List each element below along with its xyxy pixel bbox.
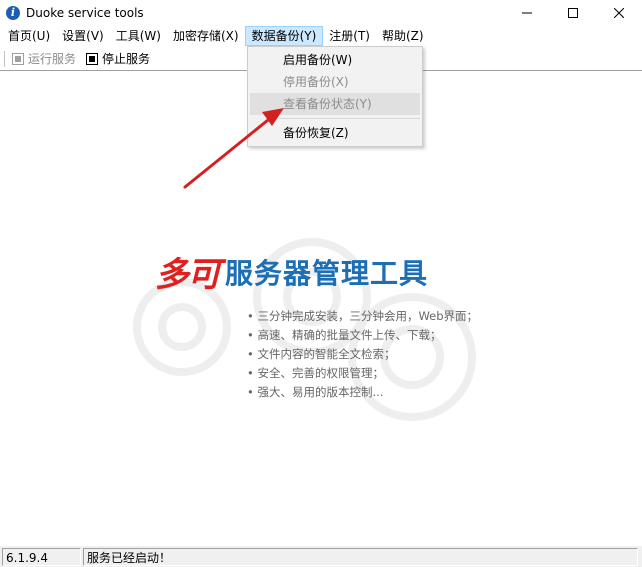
menu-bar: 首页(U) 设置(V) 工具(W) 加密存储(X) 数据备份(Y) 注册(T) … (0, 26, 642, 46)
feature-item: 强大、易用的版本控制... (247, 383, 478, 402)
toolbar-grip[interactable] (4, 50, 6, 67)
menu-tools[interactable]: 工具(W) (110, 26, 167, 46)
menu-home[interactable]: 首页(U) (2, 26, 56, 46)
maximize-button[interactable] (550, 0, 596, 26)
feature-list: 三分钟完成安装，三分钟会用，Web界面； 高速、精确的批量文件上传、下载； 文件… (247, 307, 478, 402)
version-panel: 6.1.9.4 (2, 547, 81, 566)
menu-data-backup[interactable]: 数据备份(Y) (244, 26, 324, 46)
stop-service-label: 停止服务 (102, 52, 151, 66)
menu-separator (278, 118, 420, 119)
run-service-label: 运行服务 (28, 52, 77, 66)
feature-item: 高速、精确的批量文件上传、下载； (247, 326, 478, 345)
menu-item-disable-backup[interactable]: 停用备份(X) (250, 71, 420, 93)
menu-item-view-backup-status[interactable]: 查看备份状态(Y) (250, 93, 420, 115)
status-message: 服务已经启动！ (83, 547, 638, 566)
title-bar: i Duoke service tools (0, 0, 642, 26)
menu-settings[interactable]: 设置(V) (56, 26, 110, 46)
menu-help[interactable]: 帮助(Z) (376, 26, 430, 46)
run-icon (12, 52, 24, 65)
maximize-icon (568, 8, 578, 18)
product-logo: 多可 服务器管理工具 (155, 247, 428, 296)
menu-encrypted-storage[interactable]: 加密存储(X) (167, 26, 245, 46)
minimize-icon (522, 12, 532, 14)
run-service-button[interactable]: 运行服务 (12, 49, 76, 69)
data-backup-dropdown: 启用备份(W) 停用备份(X) 查看备份状态(Y) 备份恢复(Z) (247, 46, 423, 147)
menu-item-restore-backup[interactable]: 备份恢复(Z) (250, 122, 420, 144)
close-icon (614, 8, 624, 18)
info-i-icon: i (6, 6, 20, 20)
close-button[interactable] (596, 0, 642, 26)
menu-item-enable-backup[interactable]: 启用备份(W) (250, 49, 420, 71)
minimize-button[interactable] (504, 0, 550, 26)
feature-item: 文件内容的智能全文检索； (247, 345, 478, 364)
menu-register[interactable]: 注册(T) (323, 26, 376, 46)
feature-item: 安全、完善的权限管理； (247, 364, 478, 383)
status-bar: 6.1.9.4 服务已经启动！ (0, 546, 642, 567)
feature-item: 三分钟完成安装，三分钟会用，Web界面； (247, 307, 478, 326)
window-title: Duoke service tools (26, 6, 144, 20)
stop-service-button[interactable]: 停止服务 (86, 49, 150, 69)
logo-brand: 多可 (155, 255, 221, 295)
logo-product-name: 服务器管理工具 (225, 256, 429, 290)
stop-icon (86, 52, 99, 65)
